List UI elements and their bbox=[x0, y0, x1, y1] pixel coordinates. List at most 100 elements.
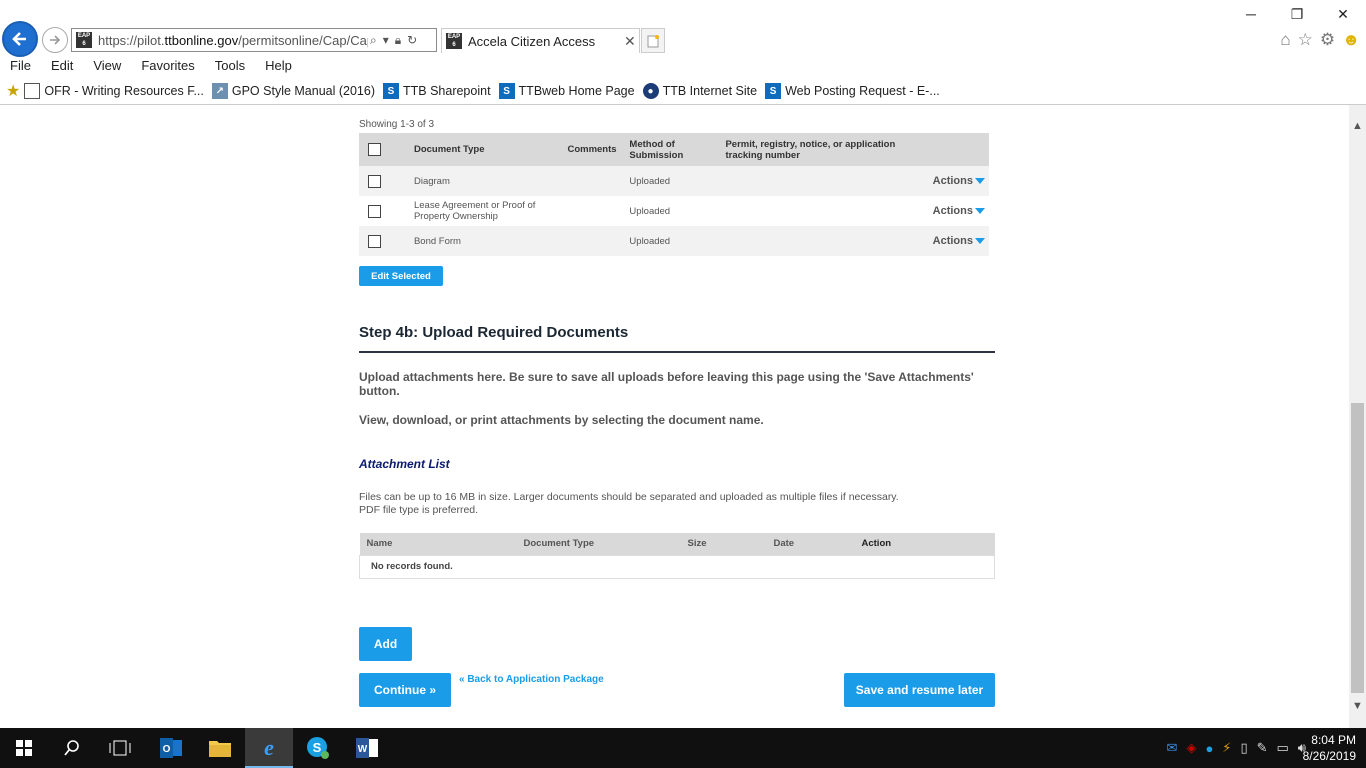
svg-text:S: S bbox=[313, 740, 322, 755]
favorite-link[interactable]: OFR - Writing Resources F... bbox=[24, 83, 204, 99]
column-header[interactable]: Date bbox=[766, 533, 855, 555]
file-size-note: Files can be up to 16 MB in size. Larger… bbox=[359, 491, 899, 516]
start-button[interactable] bbox=[0, 728, 48, 768]
column-header[interactable]: Comments bbox=[563, 133, 626, 166]
smiley-feedback-icon[interactable]: ☻ bbox=[1342, 30, 1360, 50]
menu-tools[interactable]: Tools bbox=[205, 57, 255, 77]
task-view-icon bbox=[109, 740, 131, 756]
file-explorer-app[interactable] bbox=[196, 728, 244, 768]
add-favorite-star-icon[interactable]: ★ bbox=[6, 81, 20, 101]
taskbar: O e S W ✉ ◈ ● ⚡ ▯ ✎ ▭ 🔊︎ 8:04 PM 8/26/20… bbox=[0, 728, 1366, 768]
favorite-link[interactable]: ● TTB Internet Site bbox=[642, 83, 757, 99]
seal-icon: ● bbox=[642, 83, 659, 99]
network-icon[interactable]: ▭ bbox=[1277, 740, 1289, 756]
actions-menu[interactable]: Actions bbox=[913, 166, 989, 196]
scroll-down-icon[interactable]: ▼ bbox=[1349, 697, 1366, 714]
comments-cell bbox=[563, 166, 626, 196]
table-row: Diagram Uploaded Actions bbox=[359, 166, 989, 196]
documents-table: Document Type Comments Method of Submiss… bbox=[359, 133, 989, 256]
search-button[interactable] bbox=[48, 728, 96, 768]
pen-workspace-icon[interactable]: ✎ bbox=[1257, 740, 1268, 756]
outlook-icon: O bbox=[160, 738, 182, 758]
method-cell: Uploaded bbox=[625, 226, 722, 256]
new-tab-button[interactable] bbox=[641, 28, 665, 53]
caret-down-icon bbox=[975, 237, 985, 244]
menu-view[interactable]: View bbox=[83, 57, 131, 77]
close-tab-icon[interactable]: ✕ bbox=[624, 33, 636, 50]
folder-icon bbox=[209, 741, 231, 757]
address-url[interactable]: https://pilot.ttbonline.gov/permitsonlin… bbox=[98, 33, 368, 48]
row-checkbox[interactable] bbox=[368, 204, 381, 218]
favorite-link[interactable]: ↗ GPO Style Manual (2016) bbox=[211, 83, 375, 99]
edit-selected-button[interactable]: Edit Selected bbox=[359, 266, 443, 286]
menu-help[interactable]: Help bbox=[255, 57, 302, 77]
dropdown-icon[interactable]: ▾ bbox=[383, 33, 389, 47]
mcafee-icon[interactable]: ◈ bbox=[1186, 740, 1196, 756]
back-button[interactable] bbox=[2, 21, 38, 57]
outlook-app[interactable]: O bbox=[147, 728, 195, 768]
clock[interactable]: 8:04 PM 8/26/2019 bbox=[1303, 732, 1356, 764]
system-tray: ✉ ◈ ● ⚡ ▯ ✎ ▭ 🔊︎ bbox=[1167, 728, 1306, 768]
task-view-button[interactable] bbox=[96, 728, 144, 768]
search-icon[interactable]: ⌕ bbox=[370, 33, 377, 48]
refresh-icon[interactable]: ↻ bbox=[407, 33, 417, 47]
save-resume-button[interactable]: Save and resume later bbox=[844, 673, 995, 707]
actions-menu[interactable]: Actions bbox=[913, 226, 989, 256]
lock-icon[interactable]: 🔒︎ bbox=[395, 33, 401, 48]
document-type-cell: Bond Form bbox=[389, 226, 564, 256]
column-header[interactable]: Document Type bbox=[516, 533, 681, 555]
scroll-up-icon[interactable]: ▲ bbox=[1349, 117, 1366, 134]
site-badge: EAP 6 bbox=[76, 32, 92, 48]
continue-button[interactable]: Continue » bbox=[359, 673, 451, 707]
word-app[interactable]: W bbox=[343, 728, 391, 768]
page-content: Showing 1-3 of 3 Document Type Comments … bbox=[0, 105, 1349, 728]
caret-down-icon bbox=[975, 177, 985, 184]
select-all-checkbox[interactable] bbox=[368, 143, 381, 156]
skype-tray-icon[interactable]: ● bbox=[1205, 741, 1213, 756]
instructions-text: Upload attachments here. Be sure to save… bbox=[359, 370, 974, 398]
comments-cell bbox=[563, 226, 626, 256]
column-header[interactable]: Size bbox=[680, 533, 767, 555]
arrow-left-icon bbox=[12, 32, 26, 46]
scroll-thumb[interactable] bbox=[1351, 403, 1364, 693]
menu-favorites[interactable]: Favorites bbox=[131, 57, 204, 77]
instructions-text: View, download, or print attachments by … bbox=[359, 413, 764, 427]
column-header[interactable]: Permit, registry, notice, or application… bbox=[721, 133, 914, 166]
document-type-cell: Lease Agreement or Proof of Property Own… bbox=[413, 200, 536, 222]
column-header[interactable]: Method of Submission bbox=[625, 133, 722, 166]
back-to-package-link[interactable]: « Back to Application Package bbox=[459, 674, 604, 685]
new-tab-icon bbox=[647, 34, 659, 47]
usb-device-icon[interactable]: ▯ bbox=[1240, 740, 1247, 756]
row-checkbox[interactable] bbox=[368, 234, 381, 248]
menu-edit[interactable]: Edit bbox=[41, 57, 83, 77]
internet-explorer-app[interactable]: e bbox=[245, 728, 293, 768]
forward-button[interactable] bbox=[42, 27, 68, 53]
favorite-link[interactable]: S TTB Sharepoint bbox=[383, 83, 491, 99]
search-icon bbox=[64, 740, 79, 756]
close-window-button[interactable]: ✕ bbox=[1320, 0, 1366, 28]
minimize-button[interactable]: ─ bbox=[1228, 0, 1274, 28]
column-header: Action bbox=[854, 533, 995, 555]
vpn-icon[interactable]: ⚡ bbox=[1222, 740, 1231, 756]
outlook-tray-icon[interactable]: ✉ bbox=[1167, 740, 1178, 756]
favorites-star-icon[interactable]: ☆ bbox=[1298, 30, 1313, 50]
address-bar[interactable]: EAP 6 https://pilot.ttbonline.gov/permit… bbox=[71, 28, 437, 52]
menu-file[interactable]: File bbox=[0, 57, 41, 77]
column-header[interactable]: Document Type bbox=[389, 133, 564, 166]
browser-tab[interactable]: EAP 6 Accela Citizen Access ✕ bbox=[441, 28, 640, 53]
tab-favicon: EAP 6 bbox=[446, 33, 462, 49]
word-icon: W bbox=[356, 738, 378, 758]
actions-menu[interactable]: Actions bbox=[914, 196, 989, 226]
tracking-cell bbox=[721, 196, 913, 226]
home-icon[interactable]: ⌂ bbox=[1280, 30, 1290, 50]
vertical-scrollbar[interactable]: ▲ ▼ bbox=[1349, 105, 1366, 728]
favorite-link[interactable]: S TTBweb Home Page bbox=[498, 83, 635, 99]
caret-down-icon bbox=[975, 207, 985, 214]
column-header[interactable]: Name bbox=[359, 533, 517, 555]
restore-button[interactable]: ❐ bbox=[1274, 0, 1320, 28]
add-button[interactable]: Add bbox=[359, 627, 412, 661]
favorite-link[interactable]: S Web Posting Request - E-... bbox=[765, 83, 940, 99]
row-checkbox[interactable] bbox=[368, 174, 381, 188]
skype-app[interactable]: S bbox=[294, 728, 342, 768]
settings-gear-icon[interactable]: ⚙ bbox=[1320, 30, 1335, 50]
